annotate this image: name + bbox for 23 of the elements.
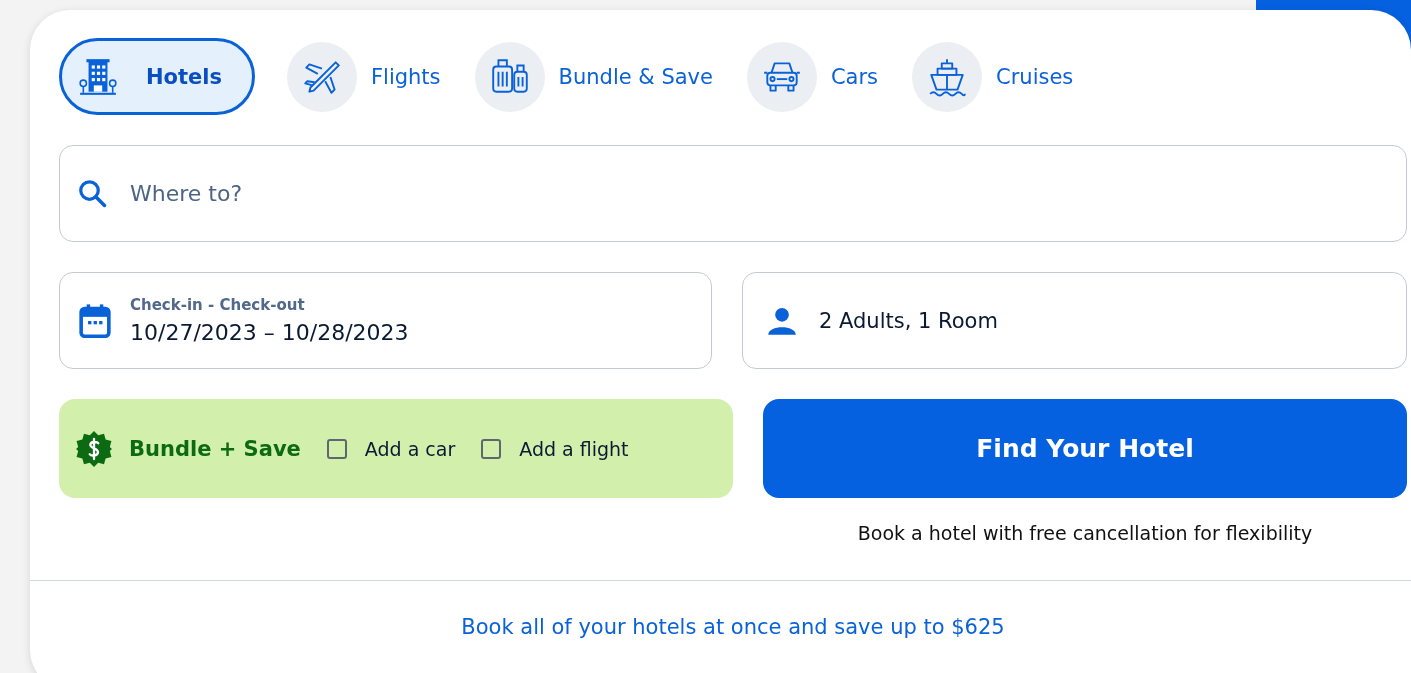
calendar-icon [78,302,112,339]
checkbox-label: Add a car [364,437,456,460]
checkbox[interactable] [326,438,347,459]
guests-value: 2 Adults, 1 Room [819,308,998,333]
tab[interactable]: Hotels [59,38,255,115]
field-label: Check-in - Check-out [130,296,306,314]
date-range: 10/27/2023 – 10/28/2023 [130,320,409,345]
caption-text: Book a hotel with free cancellation for flexibility [857,522,1313,544]
checkbox-label: Add a flight [519,437,629,460]
savings-link[interactable]: Book all of your hotels at once and save up to $625 [461,615,1005,639]
dollar-badge-icon [75,429,113,468]
tab[interactable]: Cruises [910,38,1076,115]
bundle-title: Bundle + Save [129,436,301,461]
tab[interactable]: Flights [285,38,443,115]
person-icon [767,305,797,336]
tab[interactable]: Cars [744,38,881,115]
guests-field[interactable]: 2 Adults, 1 Room [742,272,1407,369]
search-field[interactable]: Where to? [59,145,1407,242]
tab[interactable]: Bundle & Save [472,38,715,115]
date-field[interactable]: Check-in - Check-out 10/27/2023 – 10/28/2023 [59,272,712,369]
checkbox[interactable] [481,438,502,459]
search-icon [77,178,107,208]
find-hotel-button[interactable]: Find Your Hotel [763,399,1407,498]
